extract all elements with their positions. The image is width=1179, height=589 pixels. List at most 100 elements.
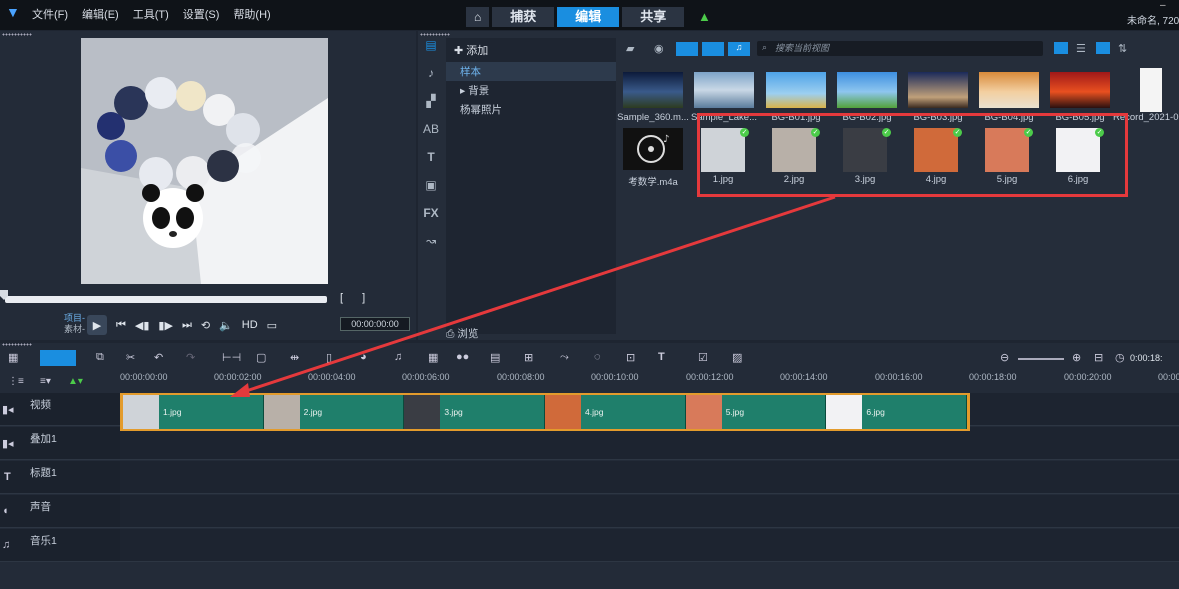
- thumb-bg-b01[interactable]: [766, 72, 826, 108]
- audio-mix-icon[interactable]: ♫: [394, 351, 402, 363]
- preview-mode[interactable]: 项目- 素材-: [64, 313, 85, 335]
- preview-scrubber[interactable]: [5, 296, 327, 303]
- clip-4[interactable]: 4.jpg: [545, 395, 686, 429]
- panel-grip[interactable]: [2, 33, 32, 36]
- storyboard-view-icon[interactable]: ▦: [8, 351, 18, 364]
- menu-file[interactable]: 文件(F): [32, 6, 68, 22]
- fx-icon[interactable]: FX: [418, 206, 444, 234]
- track-header-voice[interactable]: ◖ 声音: [0, 495, 120, 528]
- marker-icon[interactable]: ▯: [326, 351, 332, 364]
- folder-sample[interactable]: 样本: [446, 62, 616, 81]
- minimize-icon[interactable]: ‒: [1160, 0, 1166, 11]
- thumb-audio[interactable]: ♪: [623, 128, 683, 170]
- clip-2[interactable]: 2.jpg: [263, 395, 405, 429]
- mode-clip[interactable]: 素材-: [64, 324, 85, 335]
- track-motion-icon[interactable]: ◌: [594, 351, 601, 363]
- clip-6[interactable]: 6.jpg: [826, 395, 968, 429]
- add-folder-button[interactable]: ✚ 添加: [446, 38, 616, 62]
- track-header-title[interactable]: T 标题1: [0, 461, 120, 494]
- text-icon[interactable]: T: [418, 150, 444, 178]
- view-details-icon[interactable]: ☰: [1076, 42, 1086, 55]
- title-ab-icon[interactable]: AB: [418, 122, 444, 150]
- menu-tools[interactable]: 工具(T): [133, 6, 169, 22]
- path-icon[interactable]: ↝: [418, 234, 444, 262]
- clip-3[interactable]: 3.jpg: [404, 395, 546, 429]
- track-manager-icon[interactable]: ⋮≡: [8, 376, 24, 387]
- redo-icon[interactable]: ↷: [186, 351, 195, 364]
- filter-audio-icon[interactable]: ♫: [728, 42, 750, 56]
- 3d-title-icon[interactable]: T: [658, 351, 665, 363]
- track-header-video[interactable]: ▮◂ 视频: [0, 393, 120, 426]
- view-thumbnail-icon[interactable]: [1096, 42, 1110, 54]
- capture-icon[interactable]: ◉: [654, 42, 664, 55]
- copy-icon[interactable]: ⧉: [96, 351, 104, 364]
- chapter-icon[interactable]: ≡▾: [40, 376, 51, 387]
- folder-background[interactable]: ▸ 背景: [446, 81, 616, 100]
- zoom-in-icon[interactable]: ⊕: [1072, 351, 1081, 364]
- menu-settings[interactable]: 设置(S): [183, 6, 220, 22]
- trim-markers[interactable]: [ ]: [340, 292, 373, 304]
- thumb-bg-b05[interactable]: [1050, 72, 1110, 108]
- tools-icon[interactable]: ✂: [126, 351, 135, 364]
- thumb-bg-b04[interactable]: [979, 72, 1039, 108]
- thumb-sample-lake[interactable]: [694, 72, 754, 108]
- split-screen-icon[interactable]: ⊞: [524, 351, 533, 364]
- instant-project-icon[interactable]: ♪: [418, 66, 444, 94]
- checklist-icon[interactable]: ☑: [698, 351, 708, 364]
- prev-frame-icon[interactable]: ◀▮: [135, 319, 150, 332]
- transition-icon[interactable]: ▞: [418, 94, 444, 122]
- timeline-view-icon[interactable]: [40, 350, 76, 366]
- mask-icon[interactable]: ●●: [456, 351, 469, 363]
- aspect-icon[interactable]: ▭: [267, 319, 277, 332]
- track-header-overlay[interactable]: ▮◂ 叠加1: [0, 427, 120, 460]
- title-track[interactable]: [120, 461, 1179, 494]
- panel-grip[interactable]: [2, 343, 32, 346]
- mode-project[interactable]: 项目-: [64, 313, 85, 324]
- thumb-bg-b02[interactable]: [837, 72, 897, 108]
- panel-grip[interactable]: [420, 33, 450, 36]
- thumb-bg-b03[interactable]: [908, 72, 968, 108]
- zoom-slider[interactable]: [1018, 358, 1064, 360]
- music-track[interactable]: [120, 529, 1179, 562]
- home-icon[interactable]: ⌂: [466, 7, 490, 27]
- filter-video-icon[interactable]: [676, 42, 698, 56]
- menu-help[interactable]: 帮助(H): [233, 6, 270, 22]
- subtitle-icon[interactable]: ▤: [490, 351, 500, 364]
- chart-icon[interactable]: ▨: [732, 351, 742, 364]
- browse-button[interactable]: ⎙ 浏览: [446, 326, 478, 341]
- multicam-icon[interactable]: ▦: [428, 351, 438, 364]
- split-icon[interactable]: ⇹: [290, 351, 299, 364]
- voice-track[interactable]: [120, 495, 1179, 528]
- clip-5[interactable]: 5.jpg: [685, 395, 827, 429]
- color-icon[interactable]: ◕: [360, 351, 367, 363]
- zoom-out-icon[interactable]: ⊖: [1000, 351, 1009, 364]
- stabilize-icon[interactable]: ⊡: [626, 351, 635, 364]
- clip-1[interactable]: 1.jpg: [123, 395, 264, 429]
- tab-share[interactable]: 共享: [622, 7, 685, 27]
- upload-arrow-icon[interactable]: ▲: [698, 9, 711, 24]
- sort-icon[interactable]: ⇅: [1118, 42, 1127, 55]
- view-list-icon[interactable]: [1054, 42, 1068, 54]
- crop-icon[interactable]: ▢: [256, 351, 266, 364]
- import-folder-icon[interactable]: ▰: [626, 42, 634, 55]
- play-icon[interactable]: ▶: [87, 315, 107, 335]
- fit-icon[interactable]: ⊢⊣: [222, 351, 241, 364]
- thumb-sample-360[interactable]: [623, 72, 683, 108]
- hd-button[interactable]: HD: [242, 319, 258, 331]
- tab-edit[interactable]: 编辑: [557, 7, 620, 27]
- media-icon[interactable]: ▤: [418, 38, 444, 66]
- track-header-music[interactable]: ♫ 音乐1: [0, 529, 120, 562]
- preview-timecode[interactable]: 00:00:00:00: [340, 317, 410, 331]
- menu-edit[interactable]: 编辑(E): [82, 6, 119, 22]
- tab-capture[interactable]: 捕获: [492, 7, 555, 27]
- fit-project-icon[interactable]: ⊟: [1094, 351, 1103, 364]
- overlay-track[interactable]: [120, 427, 1179, 460]
- home-start-icon[interactable]: ⏮: [116, 319, 126, 332]
- ripple-icon[interactable]: ▲▾: [68, 376, 83, 387]
- filter-photo-icon[interactable]: [702, 42, 724, 56]
- thumb-record[interactable]: [1140, 68, 1162, 112]
- graphic-icon[interactable]: ▣: [418, 178, 444, 206]
- undo-icon[interactable]: ↶: [154, 351, 163, 364]
- time-ruler[interactable]: 00:00:00:00 00:00:02:00 00:00:04:00 00:0…: [120, 370, 1179, 388]
- motion-icon[interactable]: ⤳: [560, 351, 569, 364]
